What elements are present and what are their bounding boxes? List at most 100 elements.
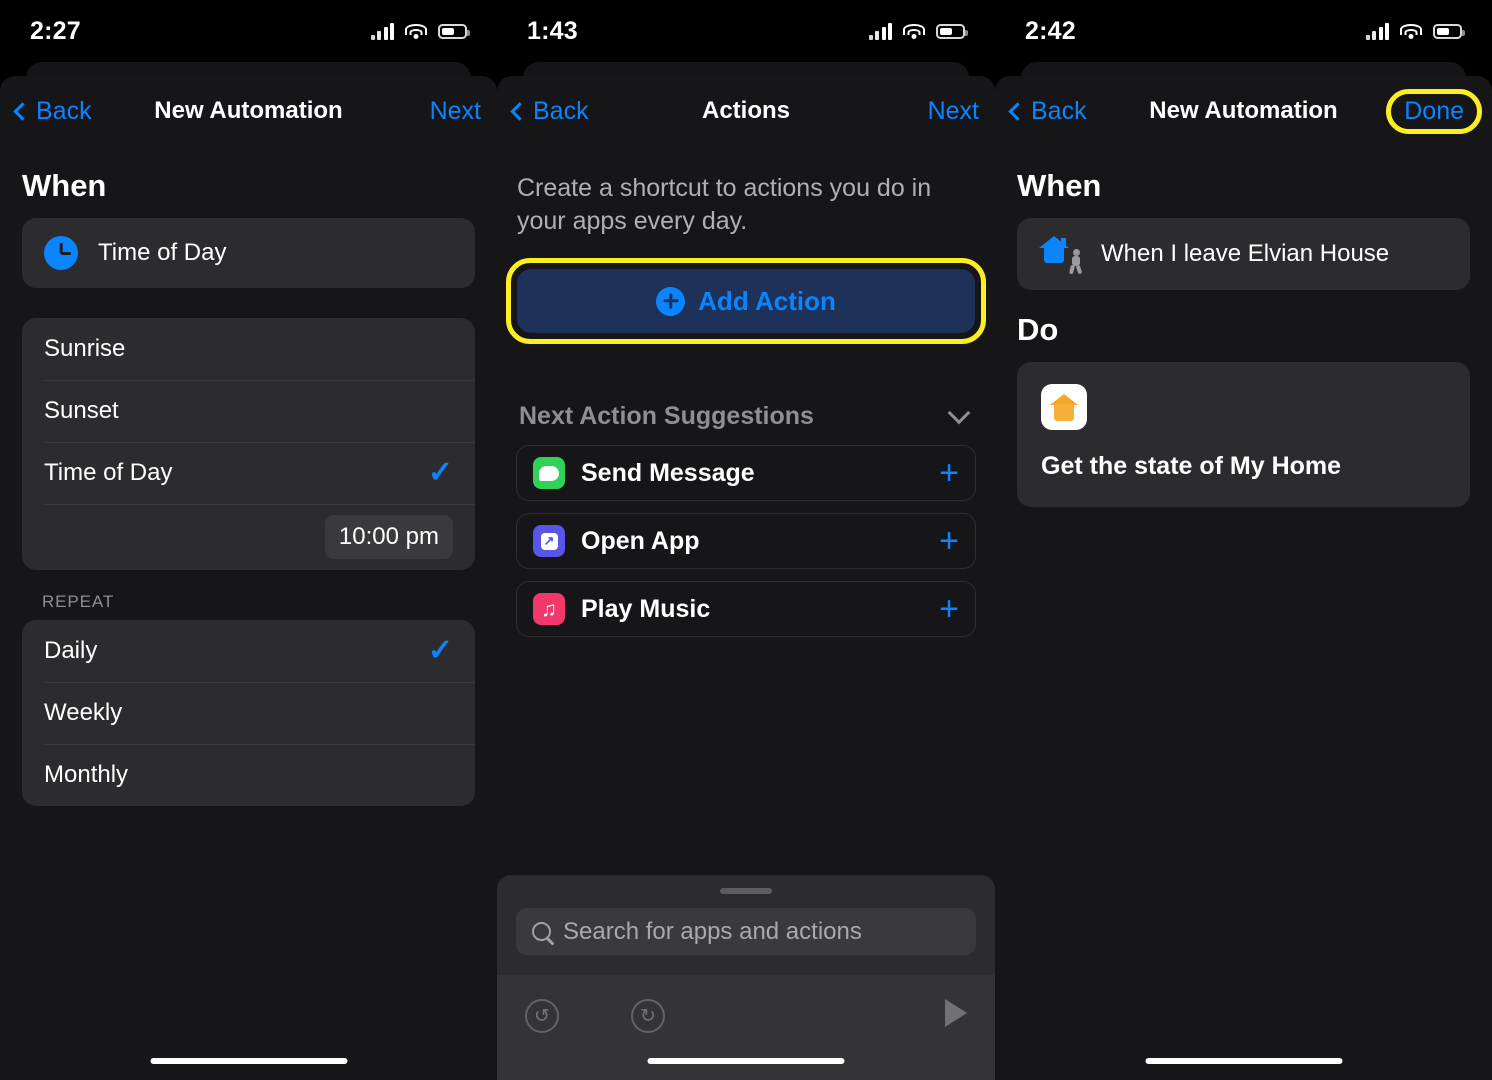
nav-bar-1: Back New Automation Next [0, 76, 497, 146]
repeat-label: Monthly [44, 761, 129, 788]
repeat-options-card: Daily ✓ Weekly Monthly [22, 620, 475, 806]
sheet-3: Back New Automation Done When When I lea… [995, 76, 1492, 1080]
option-row-sunset[interactable]: Sunset [22, 380, 475, 442]
search-icon [532, 922, 551, 941]
battery-icon [936, 23, 968, 39]
back-button[interactable]: Back [1008, 96, 1087, 126]
phone-screen-3: 2:42 Back New Automation Done When When … [995, 0, 1492, 1080]
repeat-label: Weekly [44, 699, 123, 726]
status-bar-1: 2:27 [0, 0, 497, 62]
back-button[interactable]: Back [13, 96, 92, 126]
time-value-chip[interactable]: 10:00 pm [324, 515, 453, 559]
trigger-card: When I leave Elvian House [1017, 218, 1470, 290]
status-time: 2:27 [30, 16, 81, 45]
search-input[interactable]: Search for apps and actions [516, 908, 976, 955]
suggestion-label: Open App [581, 526, 700, 555]
back-button[interactable]: Back [510, 96, 589, 126]
play-icon[interactable] [945, 999, 967, 1027]
add-action-highlight-ring: Add Action [506, 258, 986, 344]
done-button[interactable]: Done [1386, 88, 1482, 134]
suggestion-label: Play Music [581, 594, 711, 623]
home-indicator[interactable] [150, 1058, 347, 1064]
suggestion-row-play-music[interactable]: ♫ Play Music + [516, 581, 976, 637]
nav-bar-3: Back New Automation Done [995, 76, 1492, 146]
suggestion-label: Send Message [581, 458, 755, 487]
time-value-row[interactable]: 10:00 pm [22, 504, 475, 570]
when-section-header: When [22, 168, 107, 203]
sheet-grabber-handle[interactable] [720, 888, 772, 894]
status-bar-3: 2:42 [995, 0, 1492, 62]
suggestions-header-row[interactable]: Next Action Suggestions [497, 344, 995, 445]
trigger-card: Time of Day [22, 218, 475, 288]
chevron-left-icon [510, 101, 529, 121]
trigger-row[interactable]: Time of Day [22, 218, 475, 288]
repeat-label: Daily [44, 637, 98, 664]
status-time: 1:43 [527, 16, 578, 45]
add-suggestion-icon[interactable]: + [939, 592, 959, 626]
option-label: Time of Day [44, 459, 173, 486]
status-icons [370, 22, 470, 40]
status-icons [868, 22, 968, 40]
wifi-icon [1400, 23, 1422, 40]
chevron-left-icon [13, 101, 32, 121]
home-app-icon [1041, 384, 1087, 430]
battery-icon [1433, 23, 1465, 39]
nav-bar-2: Back Actions Next [497, 76, 995, 146]
messages-app-icon [533, 457, 565, 489]
wifi-icon [405, 23, 427, 40]
phone-screen-1: 2:27 Back New Automation Next When Time … [0, 0, 497, 1080]
open-app-icon: ↗ [533, 525, 565, 557]
plus-circle-icon [656, 286, 686, 316]
when-section-header: When [1017, 168, 1102, 203]
back-label: Back [36, 96, 92, 125]
music-app-icon: ♫ [533, 593, 565, 625]
screenshot-triptych: 2:27 Back New Automation Next When Time … [0, 0, 1492, 1080]
chevron-left-icon [1008, 101, 1027, 121]
home-indicator[interactable] [1145, 1058, 1342, 1064]
time-options-card: Sunrise Sunset Time of Day ✓ 10:00 pm [22, 318, 475, 570]
back-label: Back [1031, 96, 1087, 125]
next-button[interactable]: Next [430, 97, 481, 126]
option-row-sunrise[interactable]: Sunrise [22, 318, 475, 380]
suggestion-row-send-message[interactable]: Send Message + [516, 445, 976, 501]
add-suggestion-icon[interactable]: + [939, 524, 959, 558]
suggestion-row-open-app[interactable]: ↗ Open App + [516, 513, 976, 569]
add-action-button[interactable]: Add Action [517, 269, 975, 333]
status-bar-2: 1:43 [497, 0, 995, 62]
option-label: Sunrise [44, 335, 126, 362]
back-label: Back [533, 96, 589, 125]
status-icons [1365, 22, 1465, 40]
do-section-header: Do [1017, 312, 1059, 347]
chevron-down-icon[interactable] [947, 401, 971, 425]
repeat-group-label: REPEAT [42, 592, 115, 611]
cellular-bars-icon [370, 22, 394, 40]
redo-icon[interactable]: ↻ [631, 999, 665, 1033]
battery-icon [438, 23, 470, 39]
wifi-icon [903, 23, 925, 40]
home-indicator[interactable] [647, 1058, 845, 1064]
option-row-time-of-day[interactable]: Time of Day ✓ [22, 442, 475, 504]
cellular-bars-icon [868, 22, 892, 40]
cellular-bars-icon [1365, 22, 1389, 40]
intro-text: Create a shortcut to actions you do in y… [517, 174, 932, 235]
trigger-label: Time of Day [98, 239, 227, 266]
house-leave-icon [1039, 234, 1085, 275]
option-label: Sunset [44, 397, 119, 424]
sheet-1: Back New Automation Next When Time of Da… [0, 76, 497, 1080]
do-action-label: Get the state of My Home [1041, 452, 1342, 480]
undo-icon[interactable]: ↺ [525, 999, 559, 1033]
search-placeholder: Search for apps and actions [563, 917, 862, 945]
do-action-card[interactable]: Get the state of My Home [1017, 362, 1470, 507]
next-button[interactable]: Next [928, 97, 979, 126]
repeat-row-daily[interactable]: Daily ✓ [22, 620, 475, 682]
clock-icon [44, 236, 78, 270]
add-suggestion-icon[interactable]: + [939, 456, 959, 490]
trigger-label: When I leave Elvian House [1101, 240, 1390, 267]
repeat-row-weekly[interactable]: Weekly [22, 682, 475, 744]
trigger-row[interactable]: When I leave Elvian House [1017, 218, 1470, 290]
repeat-row-monthly[interactable]: Monthly [22, 744, 475, 806]
action-picker-sheet: Search for apps and actions ↺ ↻ [497, 875, 995, 1080]
phone-screen-2: 1:43 Back Actions Next Create a shortcut… [497, 0, 995, 1080]
checkmark-icon: ✓ [427, 634, 453, 667]
add-action-label: Add Action [698, 285, 836, 316]
